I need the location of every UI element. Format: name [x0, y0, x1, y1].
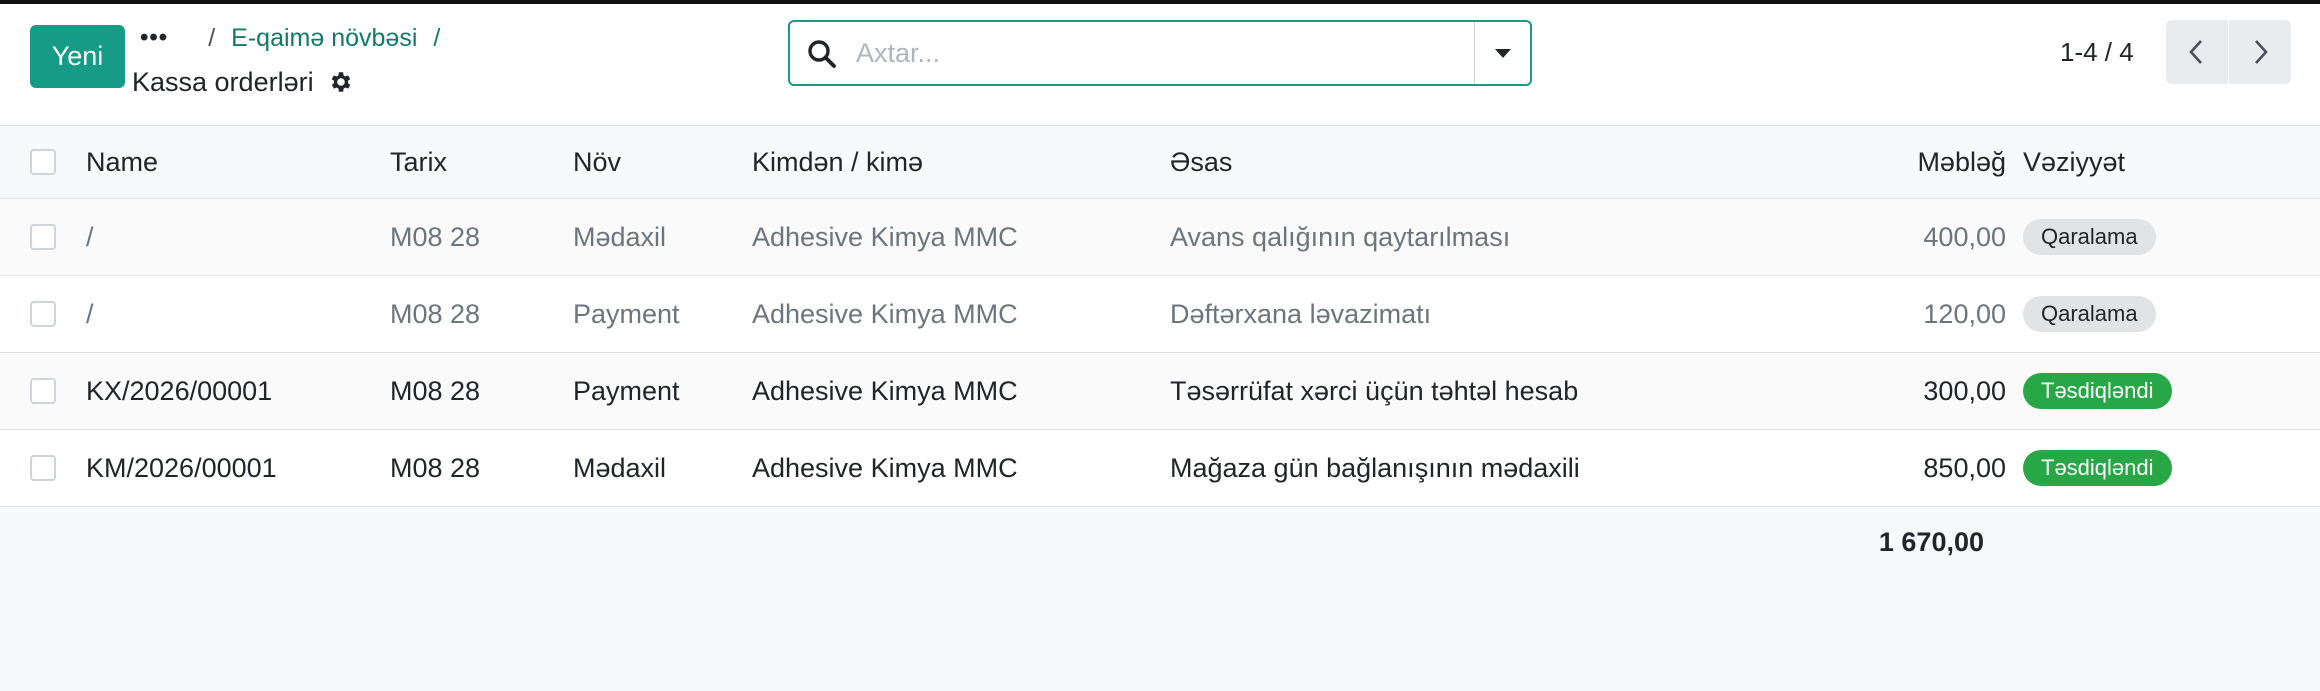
column-header-state[interactable]: Vəziyyət: [2023, 126, 2125, 198]
gear-icon[interactable]: [328, 69, 354, 95]
row-amount: 300,00: [1923, 375, 2006, 406]
row-date: M08 28: [390, 298, 481, 329]
row-reason: Mağaza gün bağlanışının mədaxili: [1170, 452, 1580, 483]
chevron-left-icon: [2189, 40, 2202, 64]
row-type: Mədaxil: [573, 221, 667, 252]
column-header-name[interactable]: Name: [86, 126, 158, 198]
row-checkbox[interactable]: [30, 378, 56, 404]
table-row[interactable]: KM/2026/00001 M08 28 Mədaxil Adhesive Ki…: [0, 430, 2320, 507]
row-name: KM/2026/00001: [86, 452, 277, 483]
row-amount: 120,00: [1923, 298, 2006, 329]
status-badge: Təsdiqləndi: [2023, 450, 2172, 486]
status-badge: Qaralama: [2023, 219, 2156, 255]
pager-previous-button[interactable]: [2166, 20, 2228, 84]
row-date: M08 28: [390, 221, 481, 252]
row-state: Qaralama: [2023, 276, 2156, 352]
row-reason: Avans qalığının qaytarılması: [1170, 221, 1511, 252]
breadcrumb-parent-link[interactable]: E-qaimə növbəsi: [231, 24, 417, 53]
breadcrumb: ••• / E-qaimə növbəsi /: [140, 18, 440, 58]
row-checkbox[interactable]: [30, 455, 56, 481]
row-state: Təsdiqləndi: [2023, 430, 2172, 506]
control-panel: Yeni ••• / E-qaimə növbəsi / Kassa order…: [0, 4, 2320, 126]
row-state: Təsdiqləndi: [2023, 353, 2172, 429]
status-badge: Qaralama: [2023, 296, 2156, 332]
breadcrumb-more-button[interactable]: •••: [140, 24, 168, 52]
pager-next-button[interactable]: [2229, 20, 2291, 84]
search-box: [788, 20, 1532, 86]
caret-down-icon: [1494, 48, 1511, 58]
column-header-partner[interactable]: Kimdən / kimə: [752, 126, 923, 198]
table-header: Name Tarix Növ Kimdən / kimə Əsas Məbləğ…: [0, 126, 2320, 199]
row-partner: Adhesive Kimya MMC: [752, 452, 1018, 483]
breadcrumb-separator: /: [208, 23, 216, 52]
breadcrumb-current-link[interactable]: /: [433, 24, 440, 53]
table-row[interactable]: / M08 28 Mədaxil Adhesive Kimya MMC Avan…: [0, 199, 2320, 276]
table-row[interactable]: / M08 28 Payment Adhesive Kimya MMC Dəft…: [0, 276, 2320, 353]
row-name: /: [86, 221, 94, 252]
row-amount: 850,00: [1923, 452, 2006, 483]
chevron-right-icon: [2255, 40, 2268, 64]
row-checkbox[interactable]: [30, 224, 56, 250]
row-partner: Adhesive Kimya MMC: [752, 375, 1018, 406]
select-all-checkbox[interactable]: [30, 149, 56, 175]
new-button[interactable]: Yeni: [30, 25, 125, 88]
table-row[interactable]: KX/2026/00001 M08 28 Payment Adhesive Ki…: [0, 353, 2320, 430]
row-checkbox[interactable]: [30, 301, 56, 327]
row-amount: 400,00: [1923, 221, 2006, 252]
search-options-toggle[interactable]: [1474, 22, 1530, 84]
column-header-date[interactable]: Tarix: [390, 126, 447, 198]
row-name: KX/2026/00001: [86, 375, 273, 406]
page-title: Kassa orderləri: [132, 66, 314, 97]
row-type: Mədaxil: [573, 452, 667, 483]
column-header-amount[interactable]: Məbləğ: [1850, 126, 2006, 198]
row-type: Payment: [573, 375, 680, 406]
row-name: /: [86, 298, 94, 329]
amount-total: 1 670,00: [1878, 526, 1984, 557]
row-type: Payment: [573, 298, 680, 329]
page-title-row: Kassa orderləri: [132, 62, 354, 102]
row-date: M08 28: [390, 452, 481, 483]
row-date: M08 28: [390, 375, 481, 406]
row-state: Qaralama: [2023, 199, 2156, 275]
search-icon: [806, 38, 838, 70]
pager-value[interactable]: 1-4 / 4: [2060, 35, 2134, 69]
row-reason: Təsərrüfat xərci üçün təhtəl hesab: [1170, 375, 1579, 406]
search-input[interactable]: [856, 30, 1456, 76]
status-badge: Təsdiqləndi: [2023, 373, 2172, 409]
row-reason: Dəftərxana ləvazimatı: [1170, 298, 1432, 329]
row-partner: Adhesive Kimya MMC: [752, 298, 1018, 329]
column-header-type[interactable]: Növ: [573, 126, 621, 198]
row-partner: Adhesive Kimya MMC: [752, 221, 1018, 252]
column-header-reason[interactable]: Əsas: [1170, 126, 1232, 198]
